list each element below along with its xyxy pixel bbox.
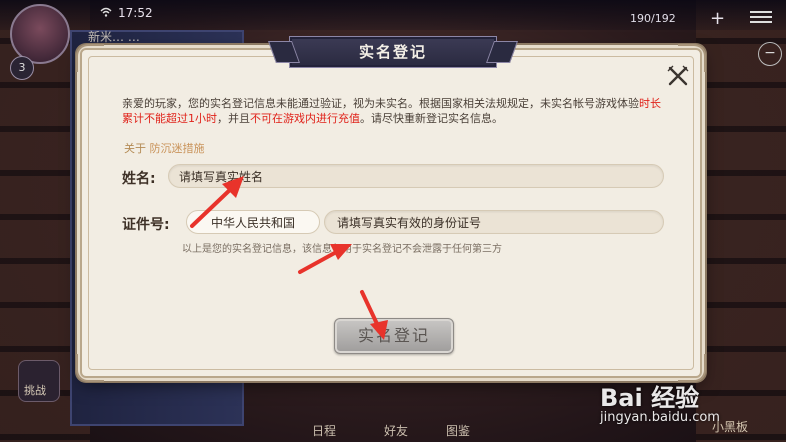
verification-notice: 亲爱的玩家，您的实名登记信息未能通过验证，视为未实名。根据国家相关法规规定，未实… <box>122 96 662 126</box>
anti-addiction-prefix: 关于 <box>124 142 146 155</box>
level-badge: 3 <box>10 56 34 80</box>
energy-counter: 190/192 <box>630 12 676 25</box>
menu-icon[interactable] <box>750 8 772 24</box>
player-name: 新米… … <box>88 30 140 44</box>
status-time: 17:52 <box>118 6 153 20</box>
add-energy-button[interactable]: + <box>710 8 725 29</box>
privacy-note: 以上是您的实名登记信息，该信息仅用于实名登记不会泄露于任何第三方 <box>182 244 502 255</box>
player-avatar[interactable] <box>10 4 70 64</box>
id-number-input[interactable]: 请填写真实有效的身份证号 <box>324 210 664 234</box>
bookshelf-right <box>696 0 786 442</box>
real-name-dialog: 实名登记 亲爱的玩家，您的实名登记信息未能通过验证，视为未实名。根据国家相关法规… <box>76 36 706 382</box>
baidu-watermark: Bai 经验 <box>600 384 700 412</box>
nav-friends[interactable]: 好友 <box>384 422 408 439</box>
id-label: 证件号: <box>122 217 170 233</box>
dialog-title: 实名登记 <box>289 36 497 68</box>
anti-addiction-row: 关于 防沉迷措施 <box>124 140 205 156</box>
notice-warning-recharge: 不可在游戏内进行充值 <box>250 112 360 125</box>
name-input[interactable]: 请填写真实姓名 <box>168 164 664 188</box>
id-region-select[interactable]: 中华人民共和国 <box>186 210 320 234</box>
wifi-icon <box>100 7 112 17</box>
notice-text-3: 。请尽快重新登记实名信息。 <box>360 112 503 125</box>
collapse-button[interactable]: − <box>758 42 782 66</box>
challenge-label: 挑战 <box>24 384 46 397</box>
submit-button[interactable]: 实名登记 <box>334 318 454 354</box>
notice-text-2: ，并且 <box>217 112 250 125</box>
nav-codex[interactable]: 图鉴 <box>446 422 470 439</box>
name-label: 姓名: <box>122 171 156 187</box>
bottom-nav: 日程 好友 图鉴 <box>300 418 600 442</box>
notice-text: 亲爱的玩家，您的实名登记信息未能通过验证，视为未实名。根据国家相关法规规定，未实… <box>122 97 639 110</box>
close-icon[interactable] <box>666 64 690 88</box>
baidu-url: jingyan.baidu.com <box>600 410 720 425</box>
nav-schedule[interactable]: 日程 <box>312 422 336 439</box>
anti-addiction-link[interactable]: 防沉迷措施 <box>150 142 205 155</box>
